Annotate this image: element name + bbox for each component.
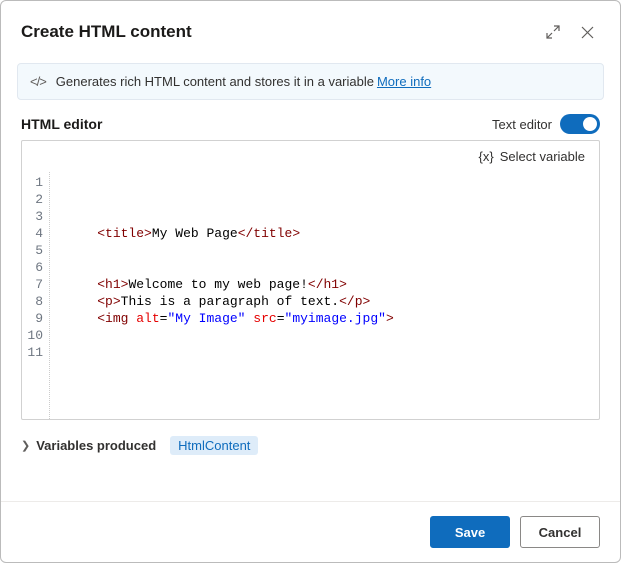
variables-row[interactable]: ❯ Variables produced HtmlContent xyxy=(21,438,600,453)
chevron-right-icon: ❯ xyxy=(21,439,30,452)
select-variable-button[interactable]: Select variable xyxy=(500,149,585,164)
line-number: 11 xyxy=(22,344,43,361)
text-editor-toggle[interactable] xyxy=(560,114,600,134)
code-line[interactable] xyxy=(66,208,599,225)
editor-box: {x} Select variable 1234567891011 <title… xyxy=(21,140,600,420)
code-line[interactable] xyxy=(66,191,599,208)
line-number: 7 xyxy=(22,276,43,293)
line-number: 4 xyxy=(22,225,43,242)
code-line[interactable]: <p>This is a paragraph of text.</p> xyxy=(66,293,599,310)
dialog-title: Create HTML content xyxy=(21,22,536,42)
line-number: 10 xyxy=(22,327,43,344)
info-text: Generates rich HTML content and stores i… xyxy=(56,74,374,89)
code-line[interactable] xyxy=(66,259,599,276)
line-number: 6 xyxy=(22,259,43,276)
code-line[interactable]: <h1>Welcome to my web page!</h1> xyxy=(66,276,599,293)
text-editor-label: Text editor xyxy=(492,117,552,132)
line-number: 5 xyxy=(22,242,43,259)
editor-toolbar: {x} Select variable xyxy=(22,141,599,172)
code-icon: </> xyxy=(30,74,46,89)
line-gutter: 1234567891011 xyxy=(22,172,50,419)
variable-pill[interactable]: HtmlContent xyxy=(170,436,258,455)
line-number: 8 xyxy=(22,293,43,310)
cancel-button[interactable]: Cancel xyxy=(520,516,600,548)
code-line[interactable]: <title>My Web Page</title> xyxy=(66,225,599,242)
code-lines[interactable]: <title>My Web Page</title> <h1>Welcome t… xyxy=(50,172,599,419)
dialog-footer: Save Cancel xyxy=(1,501,620,562)
dialog: Create HTML content </> Generates rich H… xyxy=(0,0,621,563)
line-number: 2 xyxy=(22,191,43,208)
editor-label: HTML editor xyxy=(21,116,492,132)
variable-icon: {x} xyxy=(479,149,494,164)
code-line[interactable] xyxy=(66,242,599,259)
more-info-link[interactable]: More info xyxy=(377,74,431,89)
expand-icon[interactable] xyxy=(536,15,570,49)
line-number: 9 xyxy=(22,310,43,327)
info-bar: </> Generates rich HTML content and stor… xyxy=(17,63,604,100)
variables-label: Variables produced xyxy=(36,438,156,453)
code-line[interactable] xyxy=(66,327,599,344)
dialog-body: HTML editor Text editor {x} Select varia… xyxy=(1,114,620,501)
line-number: 1 xyxy=(22,174,43,191)
code-area[interactable]: 1234567891011 <title>My Web Page</title>… xyxy=(22,172,599,419)
code-line[interactable] xyxy=(66,344,599,361)
code-line[interactable]: <img alt="My Image" src="myimage.jpg"> xyxy=(66,310,599,327)
close-icon[interactable] xyxy=(570,15,604,49)
editor-header-row: HTML editor Text editor xyxy=(21,114,600,134)
dialog-header: Create HTML content xyxy=(1,1,620,61)
code-line[interactable] xyxy=(66,174,599,191)
line-number: 3 xyxy=(22,208,43,225)
save-button[interactable]: Save xyxy=(430,516,510,548)
